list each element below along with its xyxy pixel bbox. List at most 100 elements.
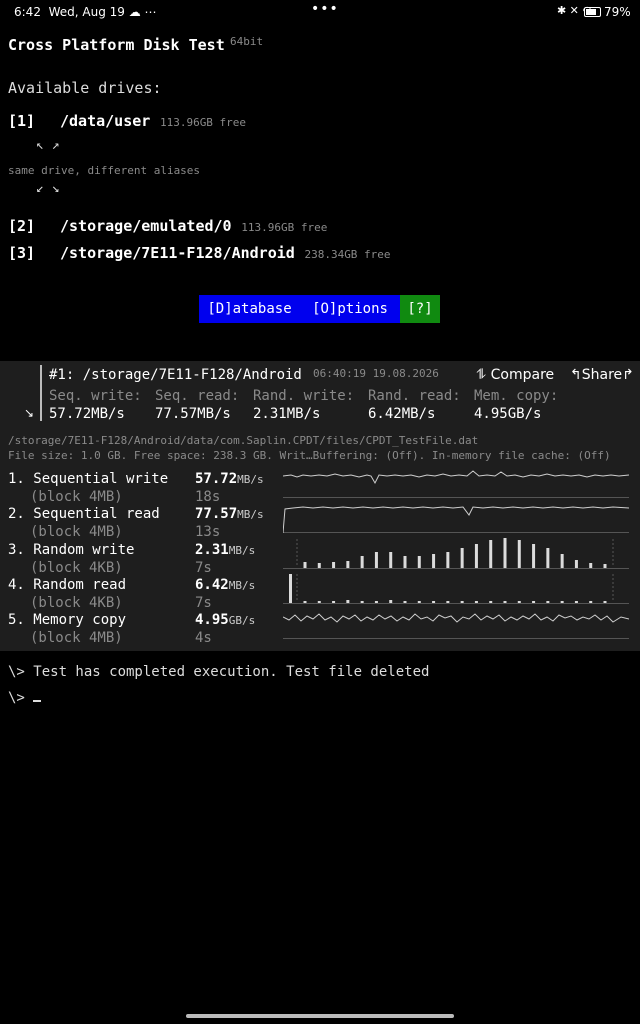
io-bar xyxy=(460,548,464,568)
io-bar xyxy=(446,601,450,603)
compare-button[interactable]: ⥮ Compare xyxy=(476,367,554,383)
drive-entry-2[interactable]: /storage/emulated/0 113.96GB free xyxy=(60,216,327,235)
test-block: (block 4KB) xyxy=(30,560,123,576)
database-button[interactable]: [D]atabase xyxy=(199,295,300,323)
io-bar xyxy=(332,601,336,603)
drive-index: [1] xyxy=(8,112,36,130)
app-title: Cross Platform Disk Test xyxy=(8,36,225,54)
io-bar xyxy=(417,601,421,603)
io-bar xyxy=(489,540,493,568)
io-bar xyxy=(374,601,378,603)
io-bar xyxy=(489,601,493,603)
alias-note: same drive, different aliases xyxy=(8,164,201,177)
test-duration: 7s xyxy=(195,595,212,611)
result-card-marker xyxy=(40,365,42,421)
io-bar xyxy=(303,601,307,603)
rand-write-graph xyxy=(283,538,629,569)
drive-path: /storage/7E11-F128/Android xyxy=(60,244,295,262)
drive-entry-1[interactable]: /data/user 113.96GB free xyxy=(60,111,246,130)
summary-value: 6.42MB/s xyxy=(368,406,436,422)
test-result: 4.95GB/s xyxy=(195,612,255,628)
io-bar xyxy=(532,601,536,603)
test-result: 2.31MB/s xyxy=(195,542,255,558)
io-bar xyxy=(317,601,321,603)
io-bar xyxy=(503,601,507,603)
share-button[interactable]: ↰Share↱ xyxy=(570,367,634,383)
console-output: \> Test has completed execution. Test fi… xyxy=(8,664,430,680)
io-bar xyxy=(303,562,307,568)
drive-item-1[interactable]: [1] xyxy=(8,111,35,130)
drive-item-2[interactable]: [2] xyxy=(8,216,35,235)
io-bar xyxy=(374,552,378,568)
test-name: 2. Sequential read xyxy=(8,506,160,522)
drive-path: /data/user xyxy=(60,112,151,130)
help-button[interactable]: [?] xyxy=(400,295,440,323)
options-button[interactable]: [O]ptions xyxy=(300,295,400,323)
io-bar xyxy=(603,564,607,568)
test-unit: MB/s xyxy=(237,473,264,486)
drive-free-space: 113.96GB free xyxy=(159,116,247,129)
test-result: 57.72MB/s xyxy=(195,471,264,487)
drive-item-3[interactable]: [3] xyxy=(8,243,35,262)
io-bar xyxy=(589,563,593,568)
io-bar xyxy=(446,552,450,568)
date: Wed, Aug 19 xyxy=(48,5,125,19)
io-bar xyxy=(532,544,536,568)
alias-arrows-down-icon: ↙ ↘ xyxy=(36,181,60,196)
io-bar xyxy=(360,601,364,603)
test-block: (block 4MB) xyxy=(30,524,123,540)
io-bar xyxy=(432,554,436,568)
io-bar xyxy=(503,538,507,568)
home-indicator[interactable] xyxy=(186,1014,454,1018)
test-name: 4. Random read xyxy=(8,577,127,593)
io-bar xyxy=(346,561,350,568)
result-card-title[interactable]: #1: /storage/7E11-F128/Android xyxy=(49,367,302,383)
io-bar xyxy=(332,562,336,568)
test-name: 3. Random write xyxy=(8,542,135,558)
io-bar xyxy=(389,600,393,603)
status-time: 6:42 Wed, Aug 19 ☁ ⋯ xyxy=(14,5,157,19)
drive-free-space: 113.96GB free xyxy=(241,221,328,234)
test-unit: GB/s xyxy=(228,614,256,627)
test-duration: 18s xyxy=(195,489,221,505)
io-bar xyxy=(517,601,521,603)
prompt-symbol: \> xyxy=(8,690,25,706)
multitask-dots-icon[interactable]: ••• xyxy=(311,1,339,17)
io-bar xyxy=(460,601,464,603)
collapse-arrow-icon[interactable]: ↘ xyxy=(24,406,34,420)
drive-entry-3[interactable]: /storage/7E11-F128/Android 238.34GB free xyxy=(60,243,391,262)
io-bar xyxy=(603,601,607,603)
test-value: 6.42 xyxy=(195,577,229,593)
test-name: 1. Sequential write xyxy=(8,471,169,487)
drive-path: /storage/emulated/0 xyxy=(60,217,232,235)
test-duration: 4s xyxy=(195,630,212,646)
drives-heading: Available drives: xyxy=(8,79,162,97)
seq-read-graph xyxy=(283,506,629,533)
test-result: 77.57MB/s xyxy=(195,506,264,522)
io-bar xyxy=(403,601,407,603)
summary-label: Rand. read: xyxy=(368,388,461,404)
battery-icon xyxy=(584,7,601,17)
test-value: 2.31 xyxy=(195,542,229,558)
test-block: (block 4KB) xyxy=(30,595,123,611)
rand-read-graph xyxy=(283,574,629,604)
test-block: (block 4MB) xyxy=(30,630,123,646)
test-file-info: File size: 1.0 GB. Free space: 238.3 GB.… xyxy=(8,449,611,462)
summary-value: 57.72MB/s xyxy=(49,406,125,422)
summary-value: 2.31MB/s xyxy=(253,406,321,422)
io-bar xyxy=(289,574,292,603)
clock: 6:42 xyxy=(14,5,41,19)
io-bar xyxy=(346,600,350,603)
bitness-label: 64bit xyxy=(230,35,264,48)
io-bar xyxy=(560,554,564,568)
io-bar xyxy=(417,556,421,568)
drive-index: [3] xyxy=(8,244,36,262)
console-prompt[interactable]: \> xyxy=(8,690,42,706)
test-block: (block 4MB) xyxy=(30,489,123,505)
io-bar xyxy=(546,548,550,568)
battery-percent: 79% xyxy=(604,5,631,19)
test-unit: MB/s xyxy=(237,508,264,521)
io-bar xyxy=(403,556,407,568)
io-bar xyxy=(389,552,393,568)
summary-value: 77.57MB/s xyxy=(155,406,231,422)
